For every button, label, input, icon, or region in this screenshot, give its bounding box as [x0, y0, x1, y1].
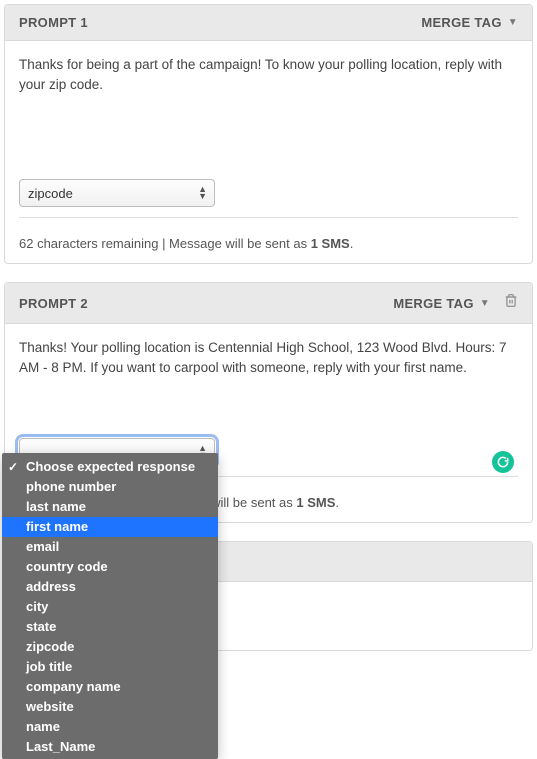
prompt-1-title: PROMPT 1 [19, 15, 88, 30]
prompt-1-status: 62 characters remaining | Message will b… [5, 226, 532, 263]
dropdown-item[interactable]: job title [2, 657, 218, 677]
prompt-1-select-row: zipcode ▲▼ [19, 179, 518, 218]
dropdown-item[interactable]: website [2, 697, 218, 717]
status-prefix: 62 characters remaining | Message will b… [19, 236, 311, 251]
status-suffix: . [335, 495, 339, 510]
grammarly-icon[interactable] [492, 451, 514, 473]
prompt-1-header: PROMPT 1 MERGE TAG ▼ [5, 5, 532, 41]
dropdown-item[interactable]: zipcode [2, 637, 218, 657]
status-bold: 1 SMS [311, 236, 350, 251]
prompt-2-title: PROMPT 2 [19, 296, 88, 311]
dropdown-item[interactable]: address [2, 577, 218, 597]
status-bold: 1 SMS [296, 495, 335, 510]
merge-tag-label: MERGE TAG [421, 15, 501, 30]
dropdown-item[interactable]: last name [2, 497, 218, 517]
prompt-2-header: PROMPT 2 MERGE TAG ▼ [5, 283, 532, 324]
prompt-1-card: PROMPT 1 MERGE TAG ▼ Thanks for being a … [4, 4, 533, 264]
delete-prompt-button[interactable] [504, 293, 518, 313]
dropdown-item[interactable]: city [2, 597, 218, 617]
dropdown-item[interactable]: company name [2, 677, 218, 697]
prompt-2-message[interactable]: Thanks! Your polling location is Centenn… [19, 338, 518, 434]
status-mid: will be sent as [208, 495, 297, 510]
expected-response-select[interactable]: zipcode [19, 179, 215, 207]
caret-down-icon: ▼ [508, 17, 518, 28]
dropdown-item[interactable]: country code [2, 557, 218, 577]
caret-down-icon: ▼ [480, 298, 490, 309]
merge-tag-button[interactable]: MERGE TAG ▼ [421, 15, 518, 30]
prompt-1-message[interactable]: Thanks for being a part of the campaign!… [19, 55, 518, 175]
prompt-1-body: Thanks for being a part of the campaign!… [5, 41, 532, 226]
dropdown-item[interactable]: phone number [2, 477, 218, 497]
dropdown-item[interactable]: state [2, 617, 218, 637]
expected-response-dropdown[interactable]: Choose expected responsephone numberlast… [2, 453, 218, 759]
merge-tag-button[interactable]: MERGE TAG ▼ [393, 296, 490, 311]
dropdown-item[interactable]: email [2, 537, 218, 557]
dropdown-item[interactable]: name [2, 717, 218, 737]
dropdown-item[interactable]: Choose expected response [2, 457, 218, 477]
dropdown-item[interactable]: first name [2, 517, 218, 537]
expected-response-select-wrap: zipcode ▲▼ [19, 179, 215, 207]
dropdown-item[interactable]: Last_Name [2, 737, 218, 757]
merge-tag-label: MERGE TAG [393, 296, 473, 311]
status-suffix: . [350, 236, 354, 251]
trash-icon [504, 293, 518, 308]
